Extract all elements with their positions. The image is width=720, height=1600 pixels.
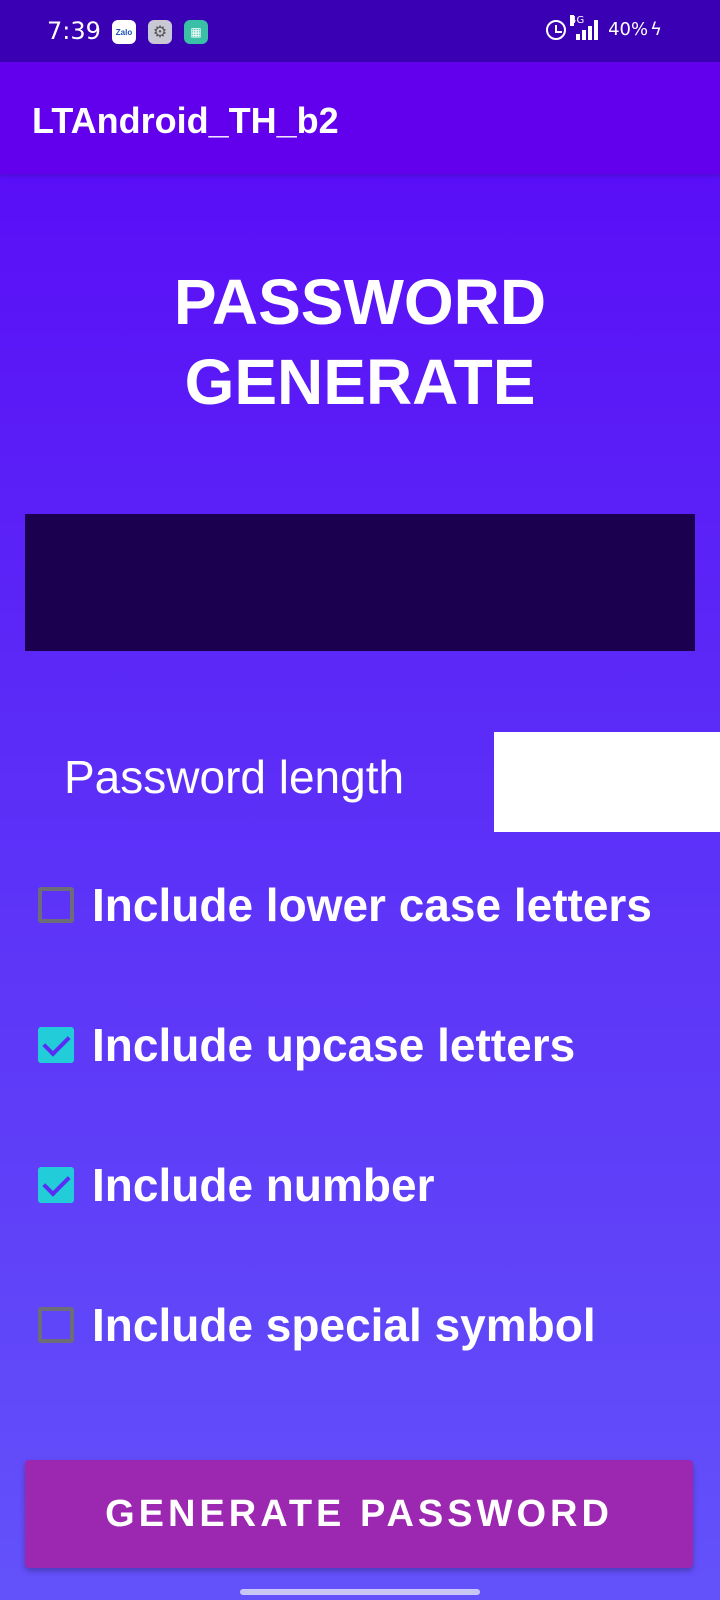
- password-output: [25, 514, 695, 651]
- page-title-line-1: PASSWORD: [173, 266, 547, 338]
- generate-password-button[interactable]: GENERATE PASSWORD: [25, 1460, 693, 1568]
- network-type: 4G: [570, 14, 585, 26]
- charging-icon: ϟ: [650, 19, 662, 40]
- notification-icons: Zalo ⚙ ▦: [112, 20, 208, 44]
- store-icon: ▦: [184, 20, 208, 44]
- zalo-icon: Zalo: [112, 20, 136, 44]
- special-symbol-label: Include special symbol: [92, 1299, 596, 1351]
- status-bar: 7:39 Zalo ⚙ ▦ 4G 40% ϟ: [0, 0, 720, 62]
- app-bar: LTAndroid_TH_b2: [0, 62, 720, 174]
- page-title: PASSWORD GENERATE: [0, 262, 720, 422]
- page-title-line-2: GENERATE: [184, 346, 536, 418]
- upcase-checkbox[interactable]: [38, 1027, 74, 1063]
- upcase-label: Include upcase letters: [92, 1019, 576, 1071]
- app-title: LTAndroid_TH_b2: [32, 100, 339, 141]
- battery-percent: 40%: [608, 19, 649, 40]
- home-indicator[interactable]: [240, 1589, 480, 1595]
- number-checkbox[interactable]: [38, 1167, 74, 1203]
- password-length-label: Password length: [64, 751, 405, 803]
- lower-case-checkbox[interactable]: [38, 887, 74, 923]
- option-lower-case[interactable]: Include lower case letters: [0, 860, 720, 950]
- option-upcase[interactable]: Include upcase letters: [0, 1000, 720, 1090]
- alarm-icon: [546, 19, 567, 40]
- password-length-input[interactable]: [494, 732, 720, 832]
- settings-icon: ⚙: [148, 20, 172, 44]
- number-label: Include number: [92, 1159, 435, 1211]
- option-special-symbol[interactable]: Include special symbol: [0, 1280, 720, 1370]
- status-time: 7:39: [47, 17, 101, 45]
- special-symbol-checkbox[interactable]: [38, 1307, 74, 1343]
- status-right: 4G 40% ϟ: [546, 14, 662, 40]
- option-number[interactable]: Include number: [0, 1140, 720, 1230]
- lower-case-label: Include lower case letters: [92, 879, 652, 931]
- signal-icon: 4G: [570, 14, 599, 40]
